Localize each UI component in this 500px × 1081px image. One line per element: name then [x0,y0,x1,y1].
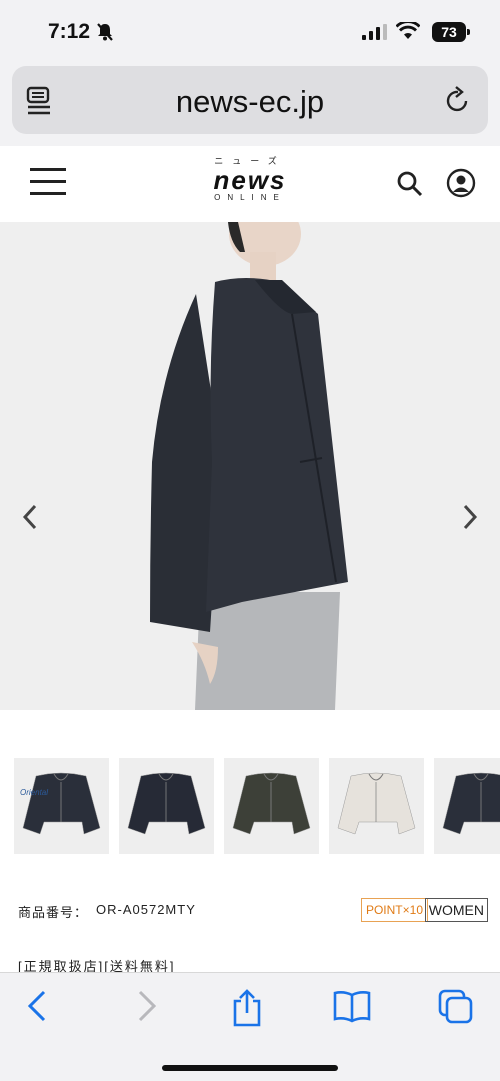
product-photo [0,222,500,710]
forward-icon[interactable] [132,989,160,1023]
sku-value: OR-A0572MTY [96,902,196,917]
site-logo[interactable]: ニューズ news ONLINE [195,154,305,214]
cellular-signal-icon [362,24,387,40]
battery-indicator: 73 [432,22,470,42]
sku-label: 商品番号： [18,905,89,920]
thumbnail-image [119,758,214,854]
logo-wordmark: news [213,165,287,195]
point-badge: POINT×10 [360,898,428,922]
status-bar: 7:12 73 [0,0,500,62]
home-indicator [162,1065,338,1071]
logo-subtext: ONLINE [214,193,286,202]
thumbnail-3[interactable] [224,758,319,854]
browser-toolbar [0,972,500,1081]
gender-badge: WOMEN [424,898,488,922]
thumbnail-image [329,758,424,854]
bell-muted-icon [97,23,113,41]
search-icon[interactable] [396,170,424,198]
hamburger-menu-icon[interactable] [30,168,66,198]
thumbnail-5[interactable] [434,758,500,854]
thumbnail-1[interactable]: Oriental [14,758,109,854]
reload-icon[interactable] [444,86,472,116]
carousel-next-icon[interactable] [458,502,482,532]
address-bar[interactable]: news-ec.jp [12,66,488,134]
product-main-image[interactable] [0,222,500,710]
clock: 7:12 [48,20,91,43]
share-icon[interactable] [232,989,262,1027]
thumbnail-4[interactable] [329,758,424,854]
browser-address-area: news-ec.jp [0,62,500,146]
thumbnail-brand-label: Oriental [20,788,49,797]
url-text[interactable]: news-ec.jp [12,84,488,120]
account-icon[interactable] [446,168,476,198]
thumbnail-image [434,758,500,854]
thumbnail-strip: Oriental [14,758,500,854]
site-header: ニューズ news ONLINE [0,146,500,223]
bookmarks-icon[interactable] [332,989,372,1023]
product-info-row: 商品番号： OR-A0572MTY POINT×10 WOMEN [18,898,488,922]
thumbnail-image [224,758,319,854]
thumbnail-image [14,758,109,854]
tabs-icon[interactable] [438,989,474,1025]
thumbnail-2[interactable] [119,758,214,854]
back-icon[interactable] [24,989,52,1023]
carousel-prev-icon[interactable] [18,502,42,532]
wifi-icon [396,22,420,39]
